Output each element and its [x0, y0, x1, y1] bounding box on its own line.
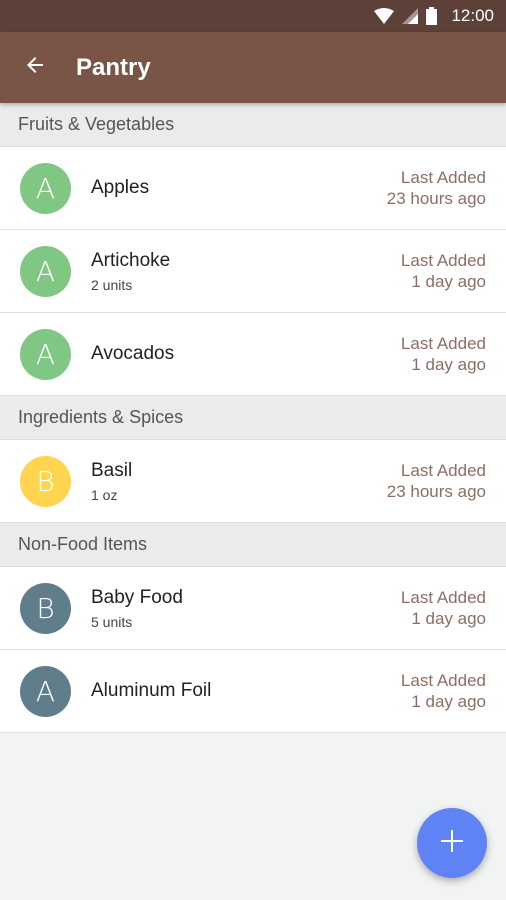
avatar: A [20, 328, 71, 380]
last-added-label: Last Added [400, 461, 486, 480]
last-added-value: 1 day ago [411, 692, 486, 711]
item-name: Baby Food [91, 586, 183, 608]
section-header-non-food-items: Non-Food Items [0, 523, 506, 567]
arrow-left-icon [23, 53, 47, 82]
avatar: B [20, 455, 71, 507]
back-button[interactable] [0, 32, 70, 103]
list-item[interactable]: B Baby Food 5 units Last Added 1 day ago [0, 567, 506, 650]
list-item[interactable]: A Avocados Last Added 1 day ago [0, 313, 506, 396]
app-bar: Pantry [0, 32, 506, 103]
list-item[interactable]: A Apples Last Added 23 hours ago [0, 147, 506, 230]
avatar: A [20, 162, 71, 214]
item-name: Aluminum Foil [91, 680, 212, 701]
item-name: Apples [91, 177, 150, 198]
page-title: Pantry [76, 53, 151, 81]
add-item-button[interactable] [417, 808, 487, 878]
item-text: Basil 1 oz [91, 460, 132, 503]
section-header-fruits-vegetables: Fruits & Vegetables [0, 103, 506, 147]
list-item[interactable]: B Basil 1 oz Last Added 23 hours ago [0, 440, 506, 523]
last-added-label: Last Added [400, 251, 486, 270]
last-added-label: Last Added [400, 168, 486, 187]
avatar: B [20, 582, 71, 634]
last-added: Last Added 1 day ago [401, 230, 486, 312]
status-bar: 12:00 [0, 0, 506, 32]
list-item[interactable]: A Aluminum Foil Last Added 1 day ago [0, 650, 506, 733]
item-text: Aluminum Foil [91, 680, 211, 702]
last-added-value: 23 hours ago [386, 189, 486, 208]
item-name: Artichoke [91, 249, 171, 271]
item-text: Baby Food 5 units [91, 587, 183, 630]
signal-icon [402, 8, 419, 24]
avatar: A [20, 665, 71, 717]
last-added: Last Added 1 day ago [401, 567, 486, 649]
pantry-list: Fruits & Vegetables A Apples Last Added … [0, 103, 506, 733]
last-added-value: 1 day ago [411, 609, 486, 628]
last-added-label: Last Added [400, 588, 486, 607]
last-added: Last Added 1 day ago [401, 313, 486, 395]
item-text: Artichoke 2 units [91, 250, 170, 293]
last-added-value: 1 day ago [411, 355, 486, 374]
item-name: Avocados [91, 343, 175, 364]
last-added-label: Last Added [400, 671, 486, 690]
list-item[interactable]: A Artichoke 2 units Last Added 1 day ago [0, 230, 506, 313]
last-added: Last Added 23 hours ago [387, 440, 486, 522]
last-added-value: 1 day ago [411, 272, 486, 291]
section-header-ingredients-spices: Ingredients & Spices [0, 396, 506, 440]
last-added: Last Added 1 day ago [401, 650, 486, 732]
plus-icon [441, 829, 463, 857]
avatar: A [20, 245, 71, 297]
wifi-icon [374, 8, 395, 24]
item-name: Basil [91, 459, 133, 481]
clock: 12:00 [451, 6, 494, 25]
last-added-value: 23 hours ago [386, 482, 486, 501]
item-text: Apples [91, 177, 149, 199]
battery-icon [426, 7, 438, 25]
item-quantity: 2 units [91, 276, 133, 293]
last-added-label: Last Added [400, 334, 486, 353]
item-quantity: 1 oz [91, 486, 118, 503]
last-added: Last Added 23 hours ago [387, 147, 486, 229]
item-quantity: 5 units [91, 613, 133, 630]
item-text: Avocados [91, 343, 174, 365]
